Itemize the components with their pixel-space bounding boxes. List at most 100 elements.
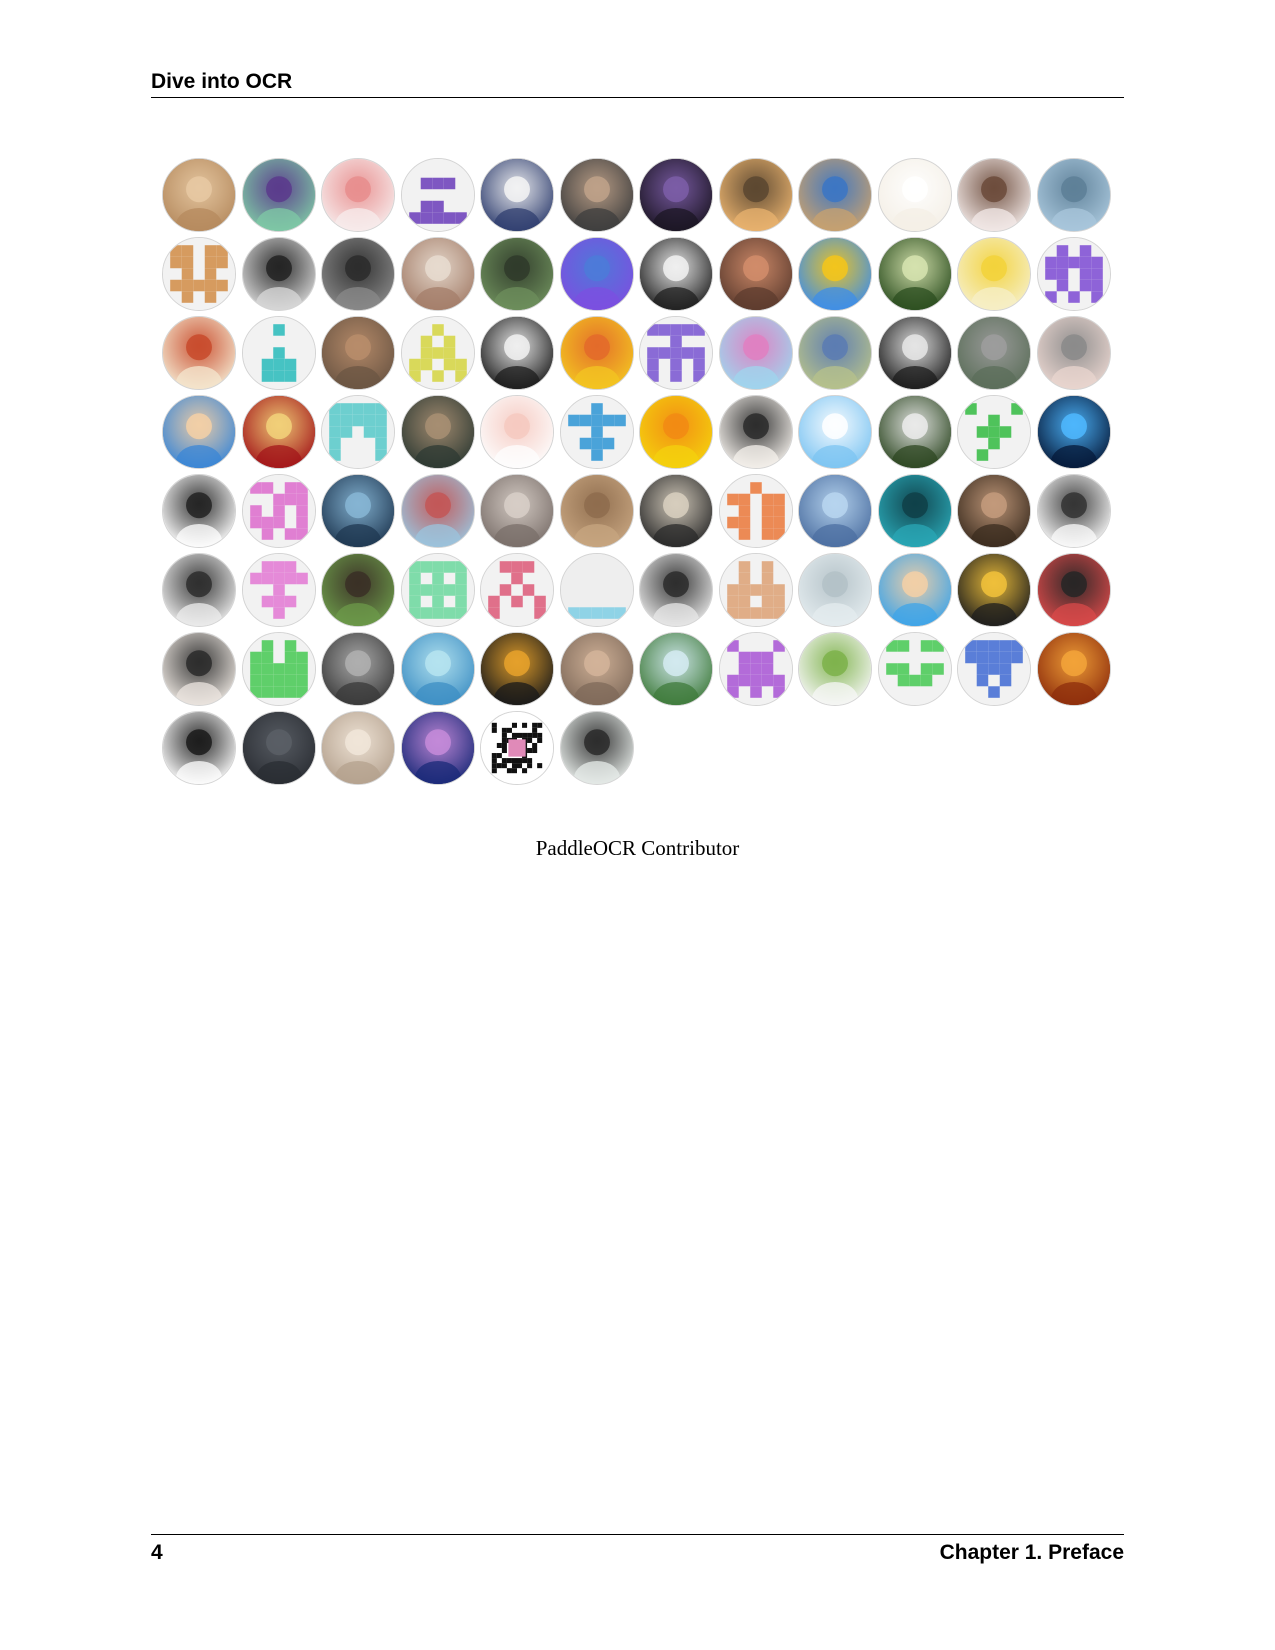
contributor-avatar xyxy=(400,632,475,706)
contributor-avatar xyxy=(877,395,952,469)
contributor-avatar xyxy=(321,553,395,627)
bird-photo-icon xyxy=(799,317,871,389)
fire-icon xyxy=(1037,633,1110,705)
identicon-icon xyxy=(719,633,792,705)
contributor-avatar xyxy=(798,158,872,232)
contributor-avatar xyxy=(877,632,952,706)
anime-couple-icon xyxy=(719,238,792,310)
person-photo-icon xyxy=(560,159,633,231)
identicon-icon xyxy=(719,475,792,547)
contributor-avatar xyxy=(1036,474,1111,548)
contributor-avatar xyxy=(241,553,316,627)
contributor-avatar xyxy=(241,316,316,390)
contributor-avatar xyxy=(957,474,1031,548)
contributor-avatar xyxy=(1036,395,1111,469)
contributor-avatar xyxy=(321,632,395,706)
pig-cartoon-icon xyxy=(322,159,394,231)
contributor-avatar xyxy=(241,237,316,311)
contributor-avatar xyxy=(957,158,1031,232)
contributor-avatar xyxy=(241,158,316,232)
yellow-flower-pixel-icon xyxy=(640,396,712,468)
stitch-cartoon-icon xyxy=(560,238,633,310)
identicon-icon xyxy=(560,396,633,468)
contributor-avatar xyxy=(718,158,793,232)
contributor-avatar xyxy=(1036,237,1111,311)
black-cat-cartoon-icon xyxy=(1037,554,1110,626)
contributor-avatar xyxy=(480,395,554,469)
contributor-avatar xyxy=(480,632,554,706)
cartoon-face-icon xyxy=(560,317,633,389)
contributor-avatar xyxy=(162,237,236,311)
contributor-avatar xyxy=(241,395,316,469)
contributor-avatar xyxy=(321,158,395,232)
husky-puppy-icon xyxy=(163,633,235,705)
identicon-icon xyxy=(242,475,315,547)
contributor-avatar xyxy=(877,158,952,232)
contributor-avatar xyxy=(718,632,793,706)
contributor-avatar xyxy=(400,237,475,311)
candy-land-icon xyxy=(719,317,792,389)
person-screen-icon xyxy=(401,396,474,468)
contributor-avatar xyxy=(162,711,236,785)
contributor-avatar xyxy=(321,395,395,469)
person-outdoor-icon xyxy=(560,712,633,784)
contributor-avatar xyxy=(559,474,634,548)
contributor-avatar xyxy=(639,632,713,706)
contributor-avatar xyxy=(321,237,395,311)
person-selfie-icon xyxy=(560,633,633,705)
identicon-icon xyxy=(242,317,315,389)
contributor-avatar xyxy=(559,237,634,311)
person-photo-icon xyxy=(242,238,315,310)
contributor-avatar xyxy=(639,158,713,232)
identicon-icon xyxy=(1037,238,1110,310)
contributor-avatar xyxy=(241,711,316,785)
contributor-avatar xyxy=(877,474,952,548)
contributor-avatar xyxy=(877,316,952,390)
contributor-avatar xyxy=(957,237,1031,311)
contributor-avatar xyxy=(877,237,952,311)
unicorn-art-icon xyxy=(322,712,394,784)
pig-outline-cartoon-icon xyxy=(163,475,235,547)
girl-cap-icon xyxy=(1037,317,1110,389)
identicon-icon xyxy=(401,159,474,231)
contributor-avatar xyxy=(639,474,713,548)
identicon-icon xyxy=(322,396,394,468)
city-skyline-icon xyxy=(1037,159,1110,231)
contributor-avatar xyxy=(559,711,634,785)
contributor-avatar xyxy=(480,711,554,785)
contributor-avatar xyxy=(162,316,236,390)
cat-photo-icon xyxy=(401,238,474,310)
book-title: Dive into OCR xyxy=(151,70,293,93)
monster-plush-icon xyxy=(878,475,951,547)
anime-girl-icon xyxy=(958,159,1030,231)
identicon-icon xyxy=(401,554,474,626)
identicon-icon xyxy=(719,554,792,626)
identicon-icon xyxy=(560,554,633,626)
contributor-avatar xyxy=(400,474,475,548)
identicon-icon xyxy=(958,396,1030,468)
contributor-avatar xyxy=(559,158,634,232)
person-glasses-icon xyxy=(163,554,235,626)
contributor-avatar xyxy=(1036,158,1111,232)
running-footer: 4 Chapter 1. Preface xyxy=(151,1534,1124,1565)
chapter-label: Chapter 1. Preface xyxy=(939,1541,1124,1564)
night-tree-icon xyxy=(640,159,712,231)
contributor-avatar xyxy=(400,711,475,785)
contributor-avatar xyxy=(400,553,475,627)
contributor-avatar xyxy=(639,395,713,469)
waterfall-icon xyxy=(640,633,712,705)
panda-cartoon-icon xyxy=(163,712,235,784)
identicon-icon xyxy=(242,633,315,705)
person-field-icon xyxy=(322,554,394,626)
qr-code-icon xyxy=(481,712,553,784)
contributor-avatar xyxy=(798,237,872,311)
cartoon-pair-icon xyxy=(242,159,315,231)
keyboard-photo-icon xyxy=(322,633,394,705)
fantasy-art-icon xyxy=(322,317,394,389)
pug-photo-icon xyxy=(163,159,235,231)
contributor-avatar xyxy=(162,553,236,627)
contributor-avatar xyxy=(877,553,952,627)
contributor-avatar xyxy=(718,474,793,548)
contributor-avatar xyxy=(957,395,1031,469)
contributor-avatar xyxy=(798,395,872,469)
